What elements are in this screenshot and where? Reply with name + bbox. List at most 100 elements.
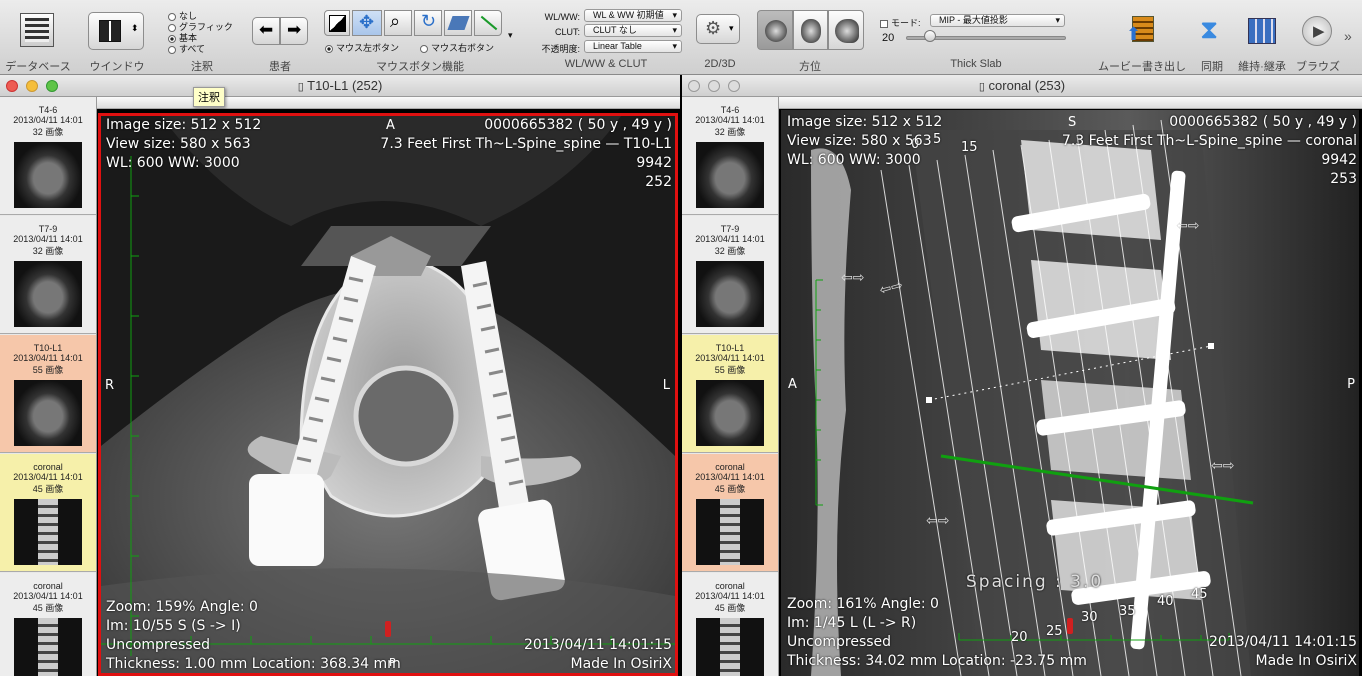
thumbnail-count: 55 画像: [714, 365, 746, 375]
toolbar-label-keep: 維持·継承: [1238, 61, 1286, 73]
right-series-thumbnails: T4-6 2013/04/11 14:01 32 画像 T7-9 2013/04/11 …: [682, 97, 779, 676]
thumbnail-date: 2013/04/11 14:01: [695, 591, 765, 601]
series-thumbnail[interactable]: T7-9 2013/04/11 14:01 32 画像: [682, 216, 778, 334]
toolbar-overflow-icon[interactable]: »: [1344, 28, 1352, 44]
orientation-sagittal-button[interactable]: [828, 10, 864, 50]
right-overlay-top-left: Image size: 512 x 512 View size: 580 x 56…: [787, 114, 943, 168]
mouse-left-option[interactable]: マウス左ボタン: [325, 41, 399, 54]
toolbar: データベース ⬍ ウインドウ なし グラフィック 基本 すべて 注釈 ⬅ ➡ 患…: [0, 0, 1362, 75]
toolbar-label-mouse: マウスボタン機能: [376, 61, 464, 73]
document-icon: ▯: [297, 81, 304, 93]
orientation-top: A: [386, 118, 395, 133]
annotation-option-all[interactable]: すべて: [168, 42, 205, 55]
keep-settings-button[interactable]: [1248, 18, 1276, 44]
orientation-bottom: P: [389, 656, 396, 669]
measure-tool-button[interactable]: [474, 10, 502, 36]
movie-export-button[interactable]: ⬆: [1126, 14, 1156, 46]
left-overlay-bottom-left: Zoom: 159% Angle: 0 Im: 10/55 S (S -> I) U…: [106, 599, 401, 672]
wlww-tool-button[interactable]: [324, 10, 350, 36]
axial-image-viewer[interactable]: Image size: 512 x 512 View size: 580 x 56…: [98, 113, 678, 676]
right-overlay-bottom-right: 2013/04/11 14:01:15 Made In OsiriX: [1208, 634, 1357, 669]
clut-label: CLUT:: [554, 27, 580, 37]
thumbnail-image: [696, 499, 764, 565]
thumbnail-date: 2013/04/11 14:01: [695, 472, 765, 482]
mode-checkbox[interactable]: モード:: [880, 16, 921, 29]
database-button[interactable]: [20, 13, 54, 47]
move-tool-button[interactable]: ✥: [352, 10, 382, 36]
thumbnail-image: [14, 499, 82, 565]
thumbnail-date: 2013/04/11 14:01: [13, 353, 83, 363]
right-window-title: coronal (253): [988, 78, 1066, 93]
toolbar-label-patient: 患者: [269, 61, 291, 73]
thumbnail-date: 2013/04/11 14:01: [695, 115, 765, 125]
series-thumbnail[interactable]: coronal 2013/04/11 14:01 45 画像: [0, 454, 96, 572]
coronal-image-viewer[interactable]: ⇦⇨ ⇦⇨ ⇦⇨ ⇦⇨ ⇦⇨ 0 5 15 20 25 30 35 40 45 Spacing …: [781, 110, 1359, 676]
browse-play-button[interactable]: ▶: [1302, 16, 1332, 46]
slab-slider-thumb[interactable]: [924, 30, 936, 42]
thumbnail-image: [696, 261, 764, 327]
slab-mode-dropdown[interactable]: MIP - 最大値投影: [930, 14, 1065, 27]
scroll-tool-button[interactable]: [444, 10, 472, 36]
database-icon: [25, 18, 49, 42]
wlww-dropdown[interactable]: WL & WW 初期値: [584, 9, 682, 22]
brain-sagittal-icon: [835, 19, 859, 43]
mouse-tool-menu-icon[interactable]: ▾: [508, 30, 513, 41]
opacity-label: 不透明度:: [541, 44, 580, 54]
left-window-title: T10-L1 (252): [307, 78, 383, 93]
annotation-tooltip: 注釈: [193, 87, 225, 107]
ruler-line-icon: [480, 15, 498, 31]
contrast-icon: [329, 15, 346, 32]
thumbnail-count: 32 画像: [32, 127, 64, 137]
left-overlay-bottom-right: 2013/04/11 14:01:15 Made In OsiriX: [523, 637, 672, 672]
series-thumbnail[interactable]: coronal 2013/04/11 14:01 45 画像: [682, 454, 778, 572]
series-thumbnail[interactable]: T4-6 2013/04/11 14:01 32 画像: [0, 97, 96, 215]
left-series-thumbnails: T4-6 2013/04/11 14:01 32 画像 T7-9 2013/04/11 …: [0, 97, 97, 676]
thumbnail-image: [696, 142, 764, 208]
left-window-titlebar[interactable]: ▯ T10-L1 (252): [0, 75, 680, 97]
window-layout-button[interactable]: ⬍: [88, 12, 144, 50]
right-window-titlebar[interactable]: ▯ coronal (253): [682, 75, 1362, 97]
thumbnail-title: coronal: [33, 581, 63, 591]
orientation-right-coronal: P: [1347, 377, 1355, 392]
document-icon: ▯: [978, 81, 985, 93]
opacity-dropdown[interactable]: Linear Table: [584, 40, 682, 53]
clut-dropdown[interactable]: CLUT なし: [584, 24, 682, 37]
thumbnail-image: [14, 380, 82, 446]
thumbnail-title: T10-L1: [715, 343, 745, 353]
thumbnail-count: 32 画像: [714, 246, 746, 256]
slab-slice-number: 35: [1119, 604, 1136, 619]
spacing-label: Spacing : 3.0: [966, 572, 1104, 592]
move-icon: ✥: [359, 12, 375, 32]
sync-button[interactable]: ⧗: [1200, 14, 1224, 46]
series-thumbnail[interactable]: coronal 2013/04/11 14:01 45 画像: [0, 573, 96, 676]
orientation-axial-button[interactable]: [757, 10, 793, 50]
next-patient-button[interactable]: ➡: [280, 17, 308, 45]
previous-patient-button[interactable]: ⬅: [252, 17, 280, 45]
mouse-right-option[interactable]: マウス右ボタン: [420, 41, 494, 54]
orientation-top-coronal: S: [1068, 115, 1077, 130]
series-thumbnail[interactable]: coronal 2013/04/11 14:01 45 画像: [682, 573, 778, 676]
series-thumbnail[interactable]: T4-6 2013/04/11 14:01 32 画像: [682, 97, 778, 215]
thumbnail-count: 55 画像: [32, 365, 64, 375]
left-overlay-top-right: 0000665382 ( 50 y , 49 y ) 7.3 Feet First…: [380, 117, 672, 190]
series-thumbnail[interactable]: T10-L1 2013/04/11 14:01 55 画像: [682, 335, 778, 453]
rotate-tool-button[interactable]: ↻: [414, 10, 442, 36]
svg-text:⇦⇨: ⇦⇨: [1211, 458, 1234, 474]
orientation-left-coronal: A: [788, 377, 797, 392]
zoom-tool-button[interactable]: ⌕: [384, 10, 412, 36]
thumbnail-title: T7-9: [720, 224, 740, 234]
left-viewer-window: ▯ T10-L1 (252) T4-6 2013/04/11 14:01 32 画像…: [0, 75, 680, 676]
thumbnail-title: coronal: [715, 581, 745, 591]
play-icon: ▶: [1313, 23, 1325, 40]
thumbnail-count: 45 画像: [32, 603, 64, 613]
orientation-coronal-button[interactable]: [793, 10, 828, 50]
toolbar-label-browse: ブラウズ: [1296, 61, 1340, 73]
left-top-ruler: [97, 97, 680, 109]
axial-ct-image: [101, 116, 675, 673]
2d3d-menu-button[interactable]: ⚙ ▾: [696, 14, 740, 44]
arrow-left-icon: ⬅: [259, 20, 274, 39]
series-thumbnail[interactable]: T7-9 2013/04/11 14:01 32 画像: [0, 216, 96, 334]
thumbnail-count: 32 画像: [32, 246, 64, 256]
orientation-right: L: [662, 378, 670, 393]
series-thumbnail[interactable]: T10-L1 2013/04/11 14:01 55 画像: [0, 335, 96, 453]
